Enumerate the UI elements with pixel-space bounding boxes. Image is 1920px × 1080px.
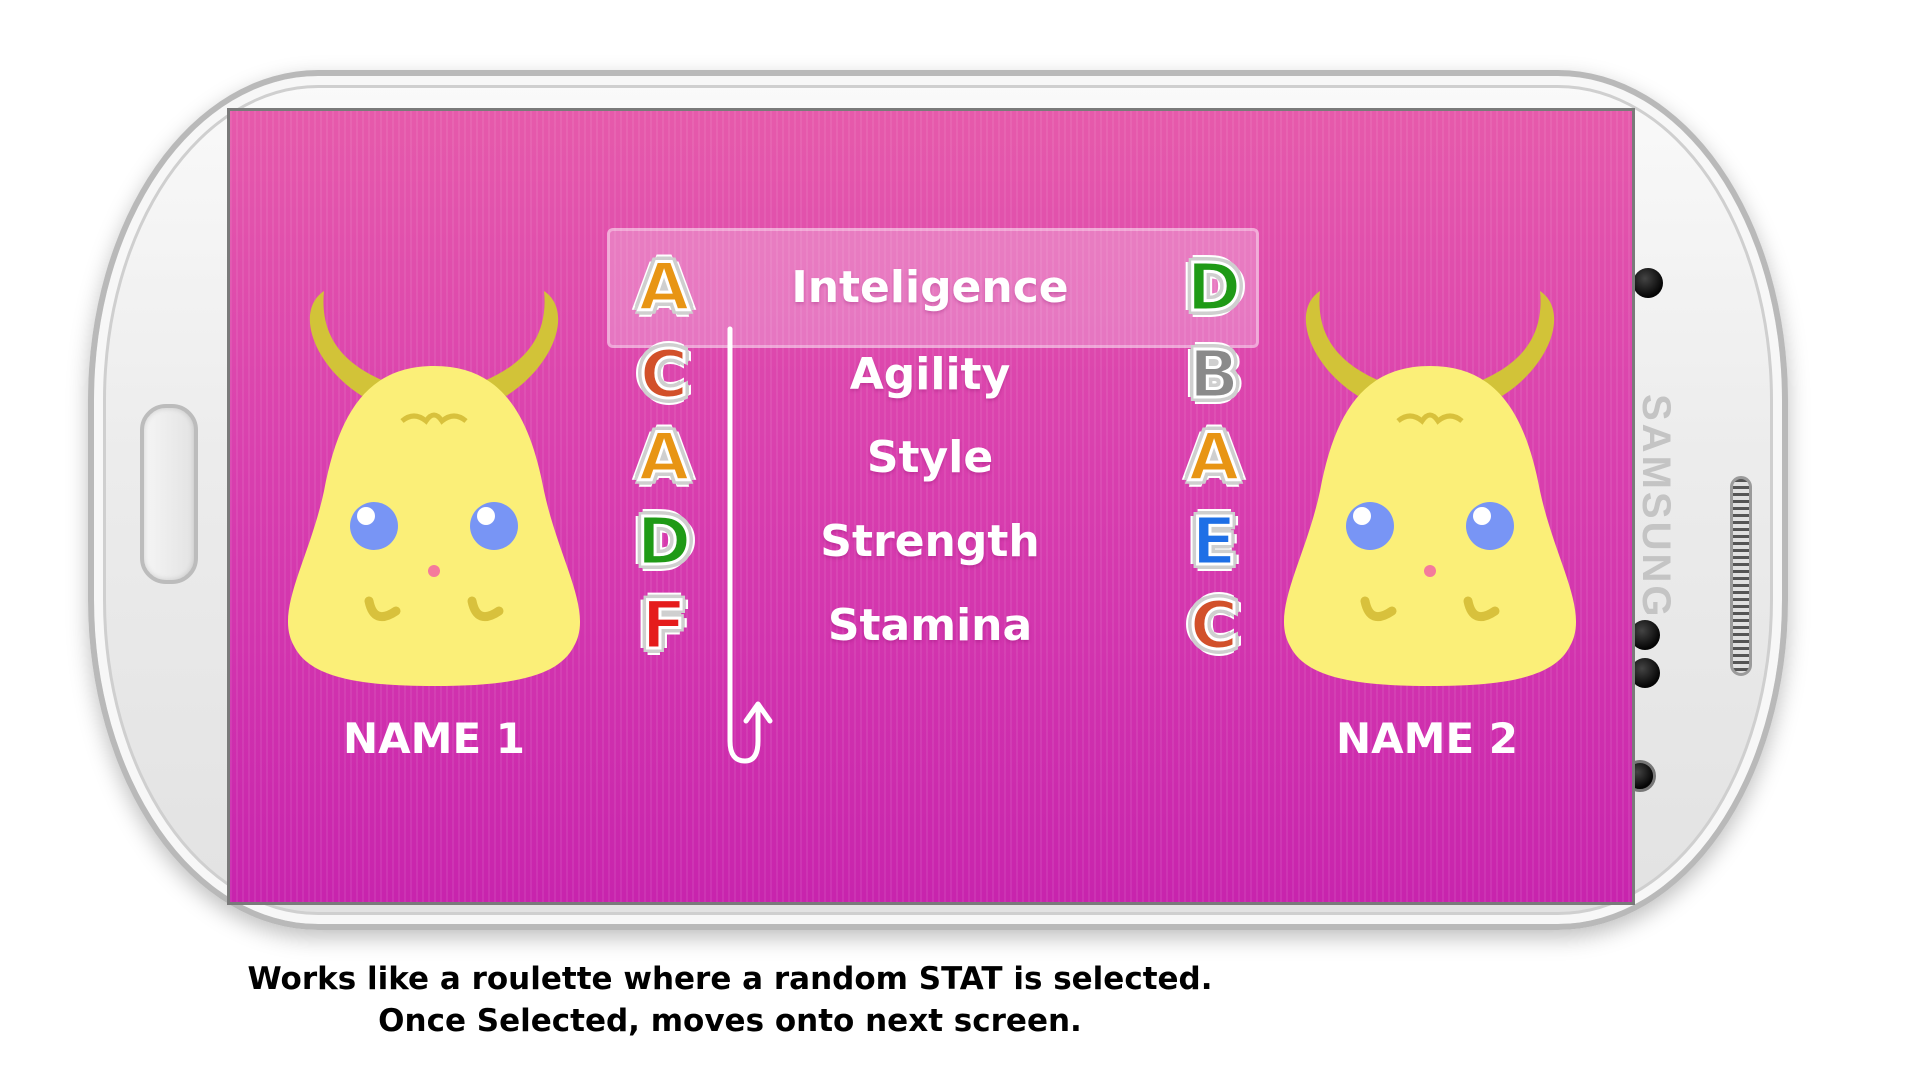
- caption-line-1: Works like a roulette where a random STA…: [247, 961, 1213, 997]
- player-1-monster-icon: [287, 291, 581, 686]
- horn-icon: [1480, 291, 1555, 396]
- player-1-grade-strength: D: [635, 502, 693, 582]
- player-1-grade-agility: C: [638, 335, 689, 415]
- horn-icon: [1305, 291, 1380, 396]
- stat-label-stamina[interactable]: Stamina: [730, 596, 1130, 656]
- home-button[interactable]: [140, 404, 198, 584]
- stat-label-agility[interactable]: Agility: [730, 345, 1130, 405]
- game-screen: A Inteligence D C Agility B A Style A D …: [227, 108, 1635, 905]
- player-2-grade-inteligence: D: [1185, 248, 1243, 328]
- horn-icon: [484, 291, 559, 396]
- player-1-grade-stamina: F: [640, 586, 688, 666]
- stat-label-inteligence[interactable]: Inteligence: [730, 258, 1130, 318]
- brand-logo: SAMSUNG: [1634, 394, 1678, 620]
- horn-icon: [309, 291, 384, 396]
- player-2-monster-icon: [1283, 291, 1577, 686]
- player-2-grade-style: A: [1187, 418, 1241, 498]
- stat-label-strength[interactable]: Strength: [730, 512, 1130, 572]
- earpiece-speaker: [1730, 476, 1752, 676]
- roulette-loop-arrow-icon: [727, 326, 773, 764]
- stat-label-style[interactable]: Style: [730, 428, 1130, 488]
- player-1-name: NAME 1: [343, 714, 525, 763]
- player-1-grade-inteligence: A: [637, 248, 691, 328]
- caption: Works like a roulette where a random STA…: [230, 958, 1230, 1042]
- player-2-grade-stamina: C: [1188, 586, 1239, 666]
- player-2-grade-agility: B: [1187, 335, 1240, 415]
- player-2-grade-strength: E: [1190, 502, 1238, 582]
- front-sensor: [1633, 268, 1663, 298]
- player-1-grade-style: A: [637, 418, 691, 498]
- player-2-name: NAME 2: [1336, 714, 1518, 763]
- caption-line-2: Once Selected, moves onto next screen.: [378, 1003, 1082, 1039]
